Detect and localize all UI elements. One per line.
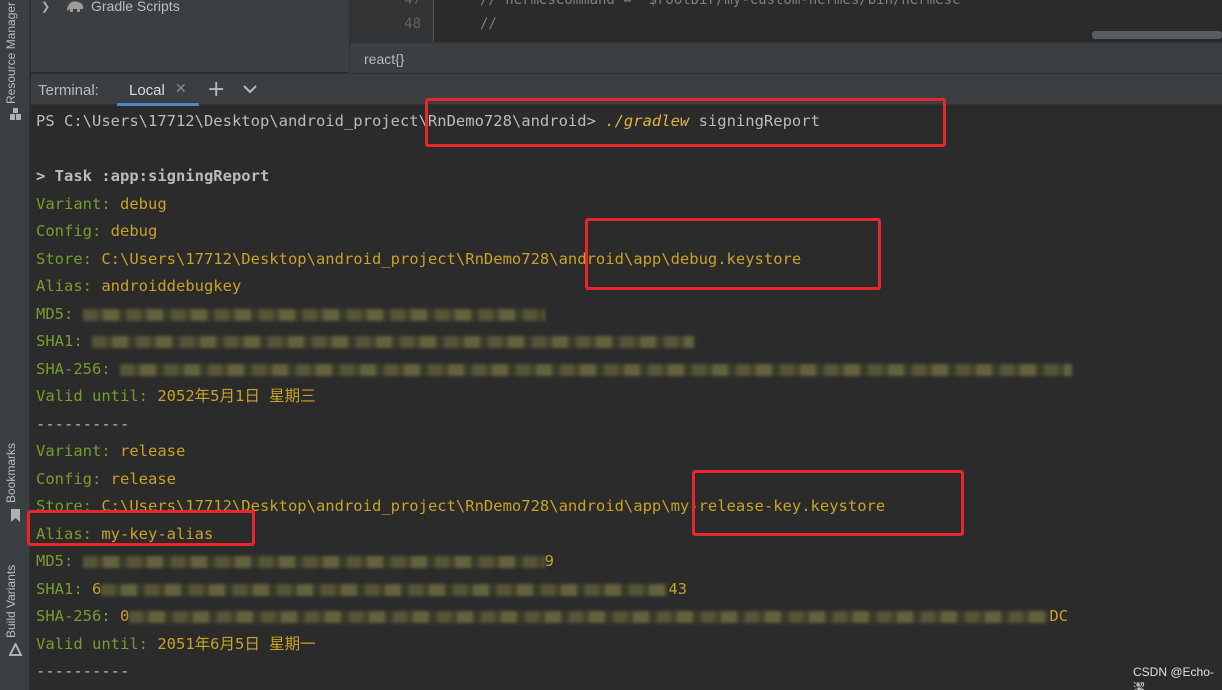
- terminal-line: SHA1:: [36, 330, 694, 352]
- terminal-line: SHA-256: 0 DC: [36, 607, 1069, 625]
- terminal-title: Terminal:: [38, 82, 99, 99]
- redacted-hash: [82, 308, 545, 321]
- terminal-line: Valid until: 2051年6月5日 星期一: [36, 635, 316, 653]
- horizontal-scrollbar[interactable]: [1092, 31, 1222, 39]
- terminal-line: Variant: release: [36, 442, 186, 460]
- terminal-tab-local[interactable]: Local ✕: [117, 74, 199, 106]
- terminal-line: Valid until: 2052年5月1日 星期三: [36, 387, 316, 405]
- line-number: 48: [404, 16, 421, 32]
- line-number-gutter: 47 48: [350, 0, 434, 42]
- bookmark-icon: [11, 509, 20, 522]
- terminal-line: Config: release: [36, 470, 176, 488]
- chevron-down-icon[interactable]: [241, 80, 259, 98]
- add-icon[interactable]: +: [207, 77, 225, 102]
- breadcrumb-bar: react{}: [349, 42, 1222, 73]
- annotation-box-release-store: [692, 470, 964, 536]
- code-line[interactable]: //: [480, 16, 497, 32]
- build-variants-icon: [9, 643, 22, 656]
- tool-window-strip: Resource Manager Bookmarks Build Variant…: [0, 0, 30, 690]
- annotation-box-debug-store: [585, 218, 881, 290]
- watermark: CSDN @Echo-潔: [1133, 665, 1214, 690]
- resource-manager-icon: [10, 108, 21, 120]
- task-line: > Task :app:signingReport: [36, 167, 270, 185]
- terminal-line: MD5: 9: [36, 552, 555, 570]
- terminal-line: Config: debug: [36, 222, 158, 240]
- redacted-hash: [129, 610, 1050, 623]
- close-icon[interactable]: ✕: [175, 81, 187, 97]
- bookmarks-tab[interactable]: Bookmarks: [4, 443, 18, 503]
- annotation-box-release-alias: [27, 510, 255, 546]
- terminal-line: SHA1: 6 43: [36, 580, 688, 598]
- separator-line: ----------: [36, 415, 130, 433]
- breadcrumb[interactable]: react{}: [364, 51, 404, 67]
- redacted-hash: [101, 583, 669, 596]
- terminal-line: SHA-256:: [36, 358, 1072, 380]
- redacted-hash: [92, 335, 694, 348]
- code-line[interactable]: // hermesCommand = "$rootDir/my-custom-h…: [480, 0, 969, 8]
- redacted-hash: [82, 555, 545, 568]
- project-tree-pane: ❯ Gradle Scripts: [31, 0, 349, 72]
- terminal-line: MD5:: [36, 303, 545, 325]
- annotation-box-command: [425, 98, 946, 147]
- terminal-line: Variant: debug: [36, 195, 167, 213]
- build-variants-tab[interactable]: Build Variants: [4, 565, 18, 638]
- line-number: 47: [404, 0, 421, 8]
- gradle-elephant-icon: [67, 1, 84, 12]
- tree-item-label: Gradle Scripts: [91, 0, 180, 14]
- redacted-hash: [120, 363, 1072, 376]
- terminal-line: Alias: androiddebugkey: [36, 277, 242, 295]
- chevron-right-icon[interactable]: ❯: [41, 0, 55, 13]
- tree-item-gradle-scripts[interactable]: ❯ Gradle Scripts: [41, 0, 180, 16]
- separator-line: ----------: [36, 662, 130, 680]
- resource-manager-tab[interactable]: Resource Manager: [4, 2, 18, 104]
- terminal-tab-label: Local: [129, 82, 165, 99]
